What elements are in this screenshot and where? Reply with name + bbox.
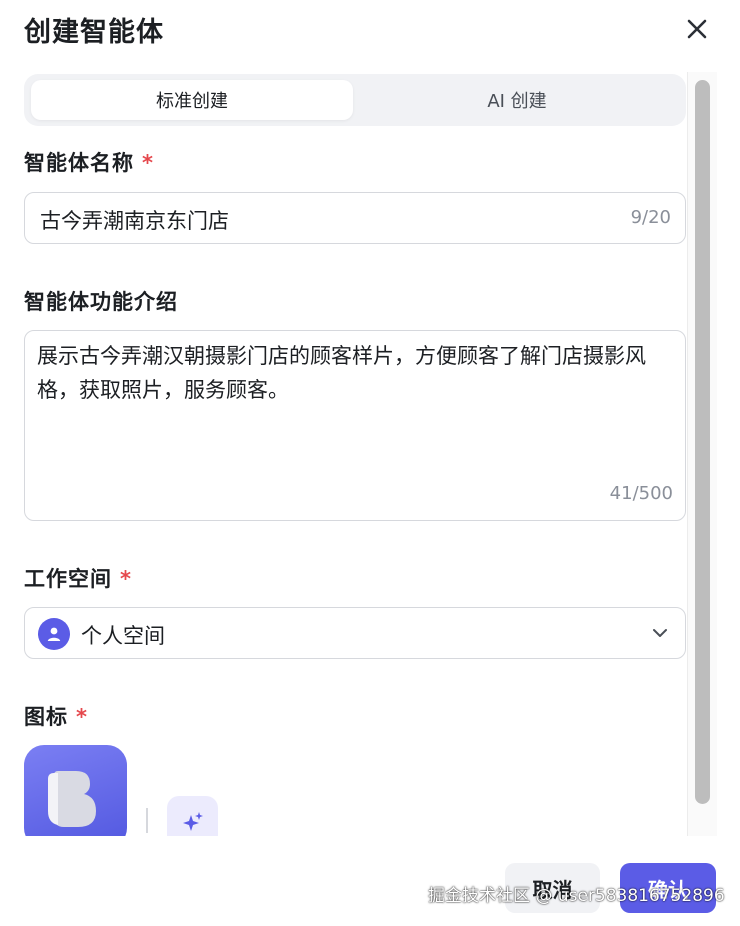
icon-divider (146, 808, 148, 833)
description-label-row: 智能体功能介绍 (24, 286, 178, 316)
agent-description-counter: 41/500 (609, 483, 673, 504)
icon-label-row: 图标 * (24, 701, 88, 731)
chevron-down-icon (653, 629, 667, 637)
workspace-required-mark: * (120, 567, 132, 591)
create-mode-tabs: 标准创建 AI 创建 (24, 74, 686, 126)
tab-standard-create[interactable]: 标准创建 (31, 80, 353, 120)
form-scroll-area[interactable]: 标准创建 AI 创建 智能体名称 * 古今弄潮南京东门店 9/20 智能体功能介绍… (0, 70, 690, 836)
sparkle-icon (182, 811, 203, 831)
description-label: 智能体功能介绍 (24, 290, 178, 314)
name-required-mark: * (142, 151, 154, 175)
scrollbar-thumb[interactable] (695, 80, 710, 804)
workspace-value: 个人空间 (81, 624, 165, 648)
name-label: 智能体名称 (24, 151, 134, 175)
agent-logo-icon (48, 771, 96, 827)
agent-name-value: 古今弄潮南京东门店 (40, 209, 229, 233)
agent-name-input[interactable]: 古今弄潮南京东门店 9/20 (24, 192, 686, 244)
agent-name-counter: 9/20 (630, 207, 671, 228)
workspace-select[interactable]: 个人空间 (24, 607, 686, 659)
workspace-label: 工作空间 (24, 567, 112, 591)
icon-label: 图标 (24, 705, 68, 729)
icon-required-mark: * (76, 705, 88, 729)
close-button[interactable] (682, 14, 712, 44)
tab-ai-create[interactable]: AI 创建 (354, 80, 680, 120)
agent-description-value: 展示古今弄潮汉朝摄影门店的顾客样片，方便顾客了解门店摄影风格，获取照片，服务顾客… (37, 344, 646, 402)
dialog-title: 创建智能体 (24, 17, 164, 48)
ai-generate-icon-button[interactable] (167, 796, 218, 836)
agent-description-textarea[interactable]: 展示古今弄潮汉朝摄影门店的顾客样片，方便顾客了解门店摄影风格，获取照片，服务顾客… (24, 330, 686, 521)
watermark: 掘金技术社区 @ user583816752896 (428, 886, 725, 906)
close-icon (687, 19, 707, 39)
workspace-label-row: 工作空间 * (24, 563, 132, 593)
name-label-row: 智能体名称 * (24, 147, 154, 177)
user-avatar-icon (38, 618, 70, 650)
agent-icon-preview[interactable] (24, 745, 127, 836)
